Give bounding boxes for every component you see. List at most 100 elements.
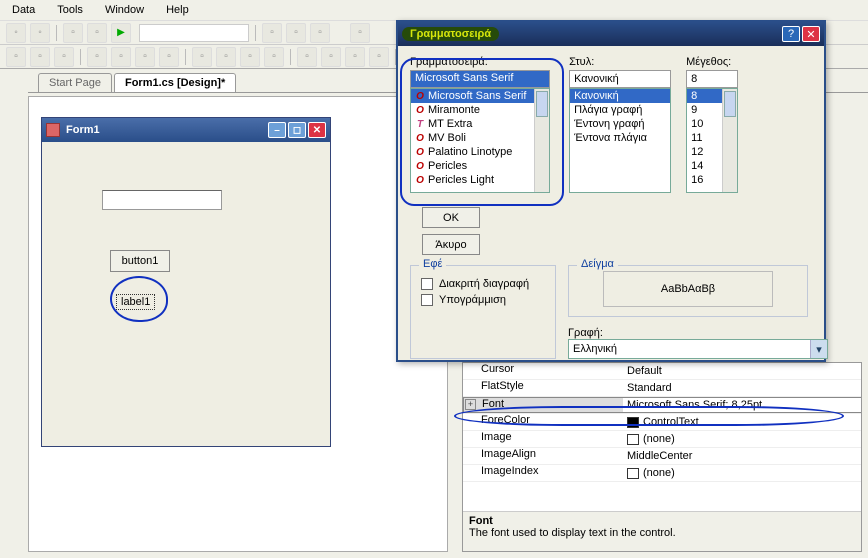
style-item[interactable]: Έντονη γραφή (570, 117, 670, 131)
layout-icon[interactable]: ▫ (345, 47, 365, 67)
font-item[interactable]: TMT Extra (411, 117, 549, 131)
effects-legend: Εφέ (419, 258, 446, 270)
layout-icon[interactable]: ▫ (192, 47, 212, 67)
layout-icon[interactable]: ▫ (264, 47, 284, 67)
prop-name: Cursor (463, 363, 623, 379)
size-list[interactable]: 8 9 10 11 12 14 16 (686, 88, 738, 193)
ok-button[interactable]: OK (422, 207, 480, 228)
tb-sep (56, 25, 57, 41)
expand-icon[interactable]: + (465, 399, 476, 410)
layout-icon[interactable]: ▫ (6, 47, 26, 67)
form-window[interactable]: Form1 – ◻ ✕ button1 label1 (41, 117, 331, 447)
prop-value[interactable]: (none) (623, 465, 861, 481)
prop-row-flatstyle[interactable]: FlatStyle Standard (463, 380, 861, 397)
tb-btn-b[interactable]: ▫ (286, 23, 306, 43)
prop-row-imageindex[interactable]: ImageIndex (none) (463, 465, 861, 482)
image-swatch (627, 468, 639, 479)
layout-icon[interactable]: ▫ (159, 47, 179, 67)
color-swatch (627, 417, 639, 428)
layout-icon[interactable]: ▫ (369, 47, 389, 67)
menu-tools[interactable]: Tools (53, 2, 87, 18)
tb-save-icon[interactable]: ▫ (87, 23, 107, 43)
strikethrough-checkbox[interactable]: Διακριτή διαγραφή (421, 278, 545, 290)
textbox1[interactable] (102, 190, 222, 210)
menu-data[interactable]: Data (8, 2, 39, 18)
design-surface[interactable]: Form1 – ◻ ✕ button1 label1 (28, 96, 448, 552)
property-grid[interactable]: Cursor Default FlatStyle Standard + Font… (462, 362, 862, 552)
prop-value[interactable]: (none) (623, 431, 861, 447)
layout-icon[interactable]: ▫ (54, 47, 74, 67)
font-name-input[interactable]: Microsoft Sans Serif (410, 70, 550, 88)
tb-btn-c[interactable]: ▫ (310, 23, 330, 43)
cancel-button[interactable]: Άκυρο (422, 234, 480, 255)
tb-btn-a[interactable]: ▫ (262, 23, 282, 43)
chevron-down-icon[interactable]: ▾ (810, 340, 827, 358)
font-type-icon: O (415, 105, 425, 115)
script-combo[interactable]: Ελληνική ▾ (568, 339, 828, 359)
prop-value[interactable]: Default (623, 363, 861, 379)
style-input[interactable] (569, 70, 671, 88)
style-item[interactable]: Κανονική (570, 89, 670, 103)
underline-checkbox[interactable]: Υπογράμμιση (421, 294, 545, 306)
tb-combo[interactable] (139, 24, 249, 42)
scrollbar[interactable] (722, 89, 737, 192)
dialog-titlebar[interactable]: Γραμματοσειρά ? ✕ (398, 22, 824, 46)
layout-icon[interactable]: ▫ (135, 47, 155, 67)
prop-row-image[interactable]: Image (none) (463, 431, 861, 448)
scrollbar[interactable] (534, 89, 549, 192)
font-item[interactable]: OMiramonte (411, 103, 549, 117)
scroll-thumb[interactable] (536, 91, 548, 117)
tb-new-icon[interactable]: ▫ (63, 23, 83, 43)
tb-sep (185, 49, 186, 65)
style-item[interactable]: Πλάγια γραφή (570, 103, 670, 117)
form-icon (46, 123, 60, 137)
close-button[interactable]: ✕ (308, 122, 326, 138)
menu-help[interactable]: Help (162, 2, 193, 18)
font-type-icon: O (415, 175, 425, 185)
font-item[interactable]: OPalatino Linotype (411, 145, 549, 159)
button1[interactable]: button1 (110, 250, 170, 272)
prop-name: FlatStyle (463, 380, 623, 396)
layout-icon[interactable]: ▫ (297, 47, 317, 67)
layout-icon[interactable]: ▫ (240, 47, 260, 67)
font-item[interactable]: OMV Boli (411, 131, 549, 145)
font-item[interactable]: OPericles (411, 159, 549, 173)
prop-row-font[interactable]: + Font Microsoft Sans Serif; 8,25pt (463, 397, 861, 414)
tb-sep (255, 25, 256, 41)
layout-icon[interactable]: ▫ (30, 47, 50, 67)
dialog-help-button[interactable]: ? (782, 26, 800, 42)
layout-icon[interactable]: ▫ (321, 47, 341, 67)
menu-window[interactable]: Window (101, 2, 148, 18)
style-list[interactable]: Κανονική Πλάγια γραφή Έντονη γραφή Έντον… (569, 88, 671, 193)
layout-icon[interactable]: ▫ (87, 47, 107, 67)
prop-value[interactable]: Standard (623, 380, 861, 396)
prop-value[interactable]: ControlText (623, 414, 861, 430)
tab-start-page[interactable]: Start Page (38, 73, 112, 92)
prop-value[interactable]: Microsoft Sans Serif; 8,25pt (623, 397, 861, 413)
prop-row-imagealign[interactable]: ImageAlign MiddleCenter (463, 448, 861, 465)
size-input[interactable] (686, 70, 738, 88)
font-type-icon: O (415, 161, 425, 171)
tab-form-design[interactable]: Form1.cs [Design]* (114, 73, 236, 92)
prop-value[interactable]: MiddleCenter (623, 448, 861, 464)
form-titlebar[interactable]: Form1 – ◻ ✕ (42, 118, 330, 142)
layout-icon[interactable]: ▫ (216, 47, 236, 67)
font-type-icon: O (415, 147, 425, 157)
prop-row-cursor[interactable]: Cursor Default (463, 363, 861, 380)
font-list[interactable]: OMicrosoft Sans Serif OMiramonte TMT Ext… (410, 88, 550, 193)
tb-btn-d[interactable]: ▫ (350, 23, 370, 43)
dialog-close-button[interactable]: ✕ (802, 26, 820, 42)
tb-back-icon[interactable]: ◦ (6, 23, 26, 43)
minimize-button[interactable]: – (268, 122, 286, 138)
tb-run-icon[interactable]: ▶ (111, 23, 131, 43)
maximize-button[interactable]: ◻ (288, 122, 306, 138)
prop-row-forecolor[interactable]: ForeColor ControlText (463, 414, 861, 431)
font-item[interactable]: OMicrosoft Sans Serif (411, 89, 549, 103)
label1[interactable]: label1 (116, 294, 155, 310)
layout-icon[interactable]: ▫ (111, 47, 131, 67)
style-item[interactable]: Έντονα πλάγια (570, 131, 670, 145)
scroll-thumb[interactable] (724, 91, 736, 117)
font-item[interactable]: OPericles Light (411, 173, 549, 187)
tb-fwd-icon[interactable]: ◦ (30, 23, 50, 43)
sample-legend: Δείγμα (577, 258, 618, 270)
